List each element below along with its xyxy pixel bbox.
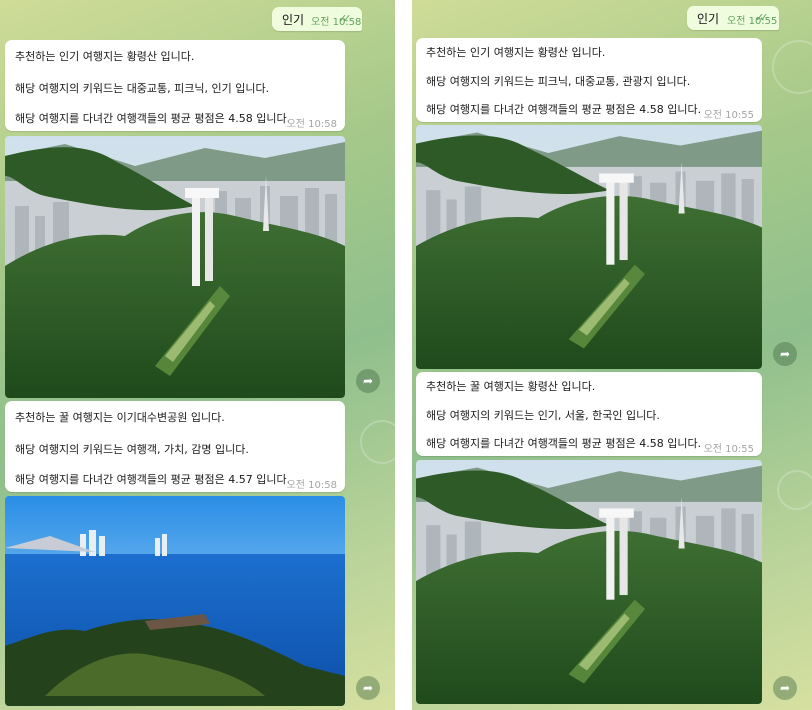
message-line: 해당 여행지를 다녀간 여행객들의 평균 평점은 4.58 입니다. — [426, 437, 702, 450]
double-check-icon: ✓✓ — [755, 11, 769, 24]
forward-arrow-icon[interactable]: ➦ — [356, 676, 380, 700]
bot-message[interactable]: 추천하는 인기 여행지는 황령산 입니다. 해당 여행지의 키워드는 피크닉, … — [416, 38, 762, 122]
message-line: 해당 여행지의 키워드는 여행객, 가치, 감명 입니다. — [15, 443, 249, 456]
message-line: 추천하는 꿀 여행지는 이기대수변공원 입니다. — [15, 411, 225, 424]
message-time: 오전 10:55 — [703, 444, 754, 455]
forward-arrow-icon[interactable]: ➦ — [773, 676, 797, 700]
chat-panel-left: 인기 오전 10:58 ✓✓ 추천하는 인기 여행지는 황령산 입니다. 해당 … — [0, 0, 395, 710]
sent-message-text: 인기 — [697, 12, 720, 26]
message-line: 추천하는 인기 여행지는 황령산 입니다. — [15, 50, 195, 63]
wallpaper-doodle — [360, 420, 395, 464]
forward-arrow-icon[interactable]: ➦ — [773, 342, 797, 366]
bot-message[interactable]: 추천하는 인기 여행지는 황령산 입니다. 해당 여행지의 키워드는 대중교통,… — [5, 40, 345, 131]
message-time: 오전 10:58 — [286, 480, 337, 491]
wallpaper-doodle — [772, 40, 812, 94]
message-line: 추천하는 꿀 여행지는 황령산 입니다. — [426, 380, 596, 393]
wallpaper-doodle — [777, 470, 812, 510]
sent-message[interactable]: 인기 오전 10:58 ✓✓ — [272, 7, 362, 31]
sent-message-time: 오전 10:55 — [727, 16, 778, 27]
photo-image — [416, 125, 762, 369]
message-time: 오전 10:55 — [703, 110, 754, 121]
message-line: 추천하는 인기 여행지는 황령산 입니다. — [426, 46, 606, 59]
sent-message[interactable]: 인기 오전 10:55 ✓✓ — [687, 6, 779, 30]
message-line: 해당 여행지를 다녀간 여행객들의 평균 평점은 4.58 입니다. — [426, 103, 702, 116]
chat-panel-right: 인기 오전 10:55 ✓✓ 추천하는 인기 여행지는 황령산 입니다. 해당 … — [412, 0, 812, 710]
mountain-tower-photo[interactable] — [416, 460, 762, 704]
message-time: 오전 10:58 — [286, 119, 337, 130]
message-line: 해당 여행지를 다녀간 여행객들의 평균 평점은 4.57 입니다. — [15, 473, 291, 486]
sent-message-text: 인기 — [282, 13, 305, 27]
sent-message-time: 오전 10:58 — [311, 17, 362, 28]
message-line: 해당 여행지의 키워드는 피크닉, 대중교통, 관광지 입니다. — [426, 75, 691, 88]
photo-image — [416, 460, 762, 704]
bot-message[interactable]: 추천하는 꿀 여행지는 황령산 입니다. 해당 여행지의 키워드는 인기, 서울… — [416, 372, 762, 456]
message-line: 해당 여행지의 키워드는 인기, 서울, 한국인 입니다. — [426, 409, 660, 422]
mountain-tower-photo[interactable] — [5, 136, 345, 398]
forward-arrow-icon[interactable]: ➦ — [356, 369, 380, 393]
mountain-tower-photo[interactable] — [416, 125, 762, 369]
photo-image — [5, 136, 345, 398]
message-line: 해당 여행지를 다녀간 여행객들의 평균 평점은 4.58 입니다. — [15, 112, 291, 125]
bot-message[interactable]: 추천하는 꿀 여행지는 이기대수변공원 입니다. 해당 여행지의 키워드는 여행… — [5, 401, 345, 492]
message-line: 해당 여행지의 키워드는 대중교통, 피크닉, 인기 입니다. — [15, 82, 270, 95]
double-check-icon: ✓✓ — [338, 12, 352, 25]
seaside-park-photo[interactable] — [5, 496, 345, 706]
photo-image — [5, 496, 345, 706]
